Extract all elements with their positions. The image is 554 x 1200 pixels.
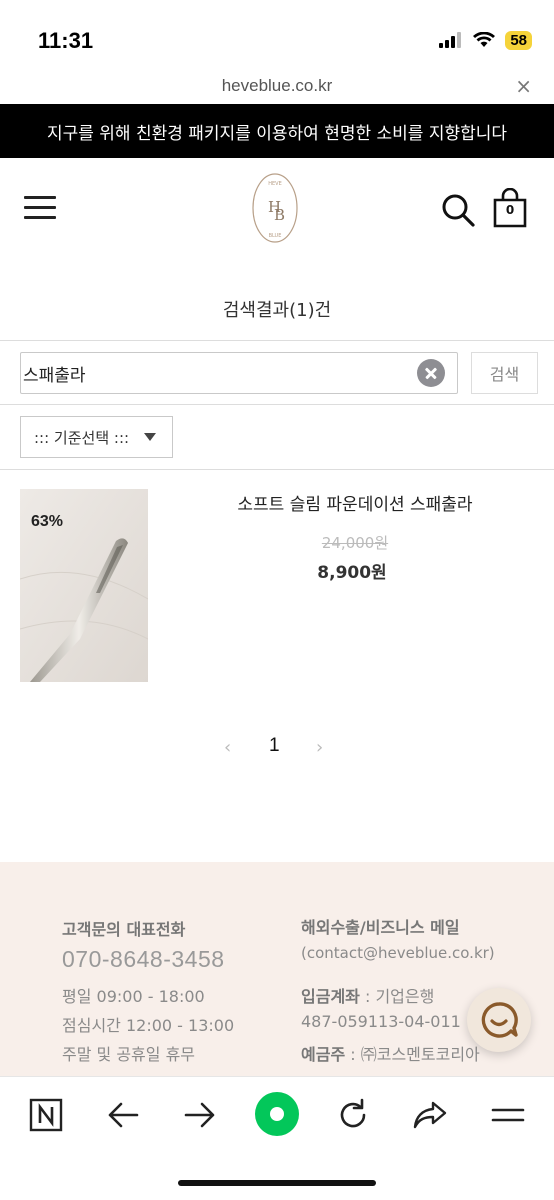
result-suffix: )건: [307, 300, 332, 321]
bank-label: 입금계좌: [301, 987, 360, 1006]
sale-price: 8,900원: [317, 563, 387, 583]
refresh-icon[interactable]: [333, 1095, 373, 1135]
battery-indicator: 58: [505, 30, 532, 50]
wifi-icon: [473, 32, 496, 47]
bank-info: 입금계좌 : 기업은행: [301, 983, 434, 1007]
status-icons: 58: [439, 28, 532, 52]
url-text[interactable]: heveblue.co.kr: [0, 76, 554, 96]
search-icon[interactable]: [440, 192, 476, 228]
home-indicator[interactable]: [178, 1180, 376, 1186]
status-bar: 11:31 58: [0, 0, 554, 70]
sort-select-label: ::: 기준선택 :::: [34, 428, 130, 447]
cart-count: 0: [505, 203, 515, 217]
discount-badge: 63%: [31, 513, 64, 530]
holiday-notice: 주말 및 공휴일 휴무: [62, 1045, 196, 1064]
svg-text:B: B: [274, 206, 285, 224]
menu-lines-icon[interactable]: [488, 1095, 528, 1135]
weekday-hours: 평일 09:00 - 18:00: [62, 987, 205, 1006]
divider: [0, 469, 554, 470]
search-button[interactable]: 검색: [471, 352, 538, 394]
result-prefix: 검색결과(: [222, 300, 297, 321]
heveblue-logo-icon[interactable]: H B HEVE BLUE: [251, 172, 299, 244]
export-title: 해외수출/비즈니스 메일: [301, 918, 460, 937]
browser-url-bar[interactable]: heveblue.co.kr ×: [0, 70, 554, 104]
chevron-left-icon[interactable]: ‹: [224, 737, 231, 758]
cs-phone[interactable]: 070-8648-3458: [62, 946, 225, 973]
holder-name: : ㈜코스멘토코리아: [345, 1045, 480, 1064]
sort-select[interactable]: ::: 기준선택 :::: [20, 416, 173, 458]
svg-text:BLUE: BLUE: [269, 233, 282, 239]
hamburger-menu-icon[interactable]: [24, 194, 58, 222]
share-icon[interactable]: [410, 1095, 450, 1135]
page-number[interactable]: 1: [269, 735, 280, 757]
clear-input-icon[interactable]: [417, 359, 445, 387]
holder-info: 예금주 : ㈜코스멘토코리아: [301, 1041, 480, 1065]
cart-icon[interactable]: 0: [491, 187, 529, 228]
account-number: 487-059113-04-011: [301, 1012, 461, 1031]
forward-arrow-icon[interactable]: [180, 1095, 220, 1135]
chevron-right-icon[interactable]: ›: [316, 737, 323, 758]
divider: [0, 340, 554, 341]
svg-text:HEVE: HEVE: [268, 181, 282, 187]
divider: [0, 404, 554, 405]
contact-email[interactable]: (contact@heveblue.co.kr): [301, 944, 495, 962]
holder-label: 예금주: [301, 1045, 346, 1064]
chat-button[interactable]: [467, 988, 531, 1052]
chat-bubble-icon: [481, 1002, 518, 1038]
result-count: 1: [296, 300, 308, 321]
lunch-hours: 점심시간 12:00 - 13:00: [62, 1016, 235, 1035]
back-arrow-icon[interactable]: [103, 1095, 143, 1135]
search-input[interactable]: [20, 352, 458, 394]
cs-title: 고객문의 대표전화: [62, 920, 186, 939]
status-time: 11:31: [38, 28, 94, 53]
product-image[interactable]: 63%: [20, 489, 148, 682]
signal-icon: [439, 32, 462, 48]
bank-name: : 기업은행: [359, 987, 435, 1006]
close-icon[interactable]: ×: [515, 74, 532, 98]
caret-down-icon: [144, 433, 156, 441]
naver-n-icon[interactable]: [26, 1095, 66, 1135]
eco-banner: 지구를 위해 친환경 패키지를 이용하여 현명한 소비를 지향합니다: [0, 104, 554, 158]
original-price: 24,000원: [321, 534, 389, 552]
site-header: H B HEVE BLUE 0: [0, 158, 554, 268]
green-dot-home-icon[interactable]: [254, 1091, 300, 1137]
search-result-title: 검색결과(1)건: [0, 296, 554, 322]
product-name[interactable]: 소프트 슬림 파운데이션 스패출라: [190, 490, 520, 515]
